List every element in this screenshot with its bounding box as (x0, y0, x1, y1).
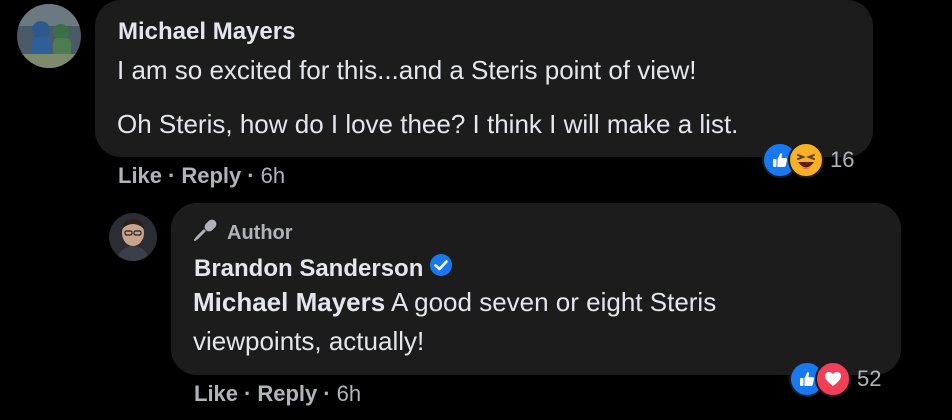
reply-button[interactable]: Reply (181, 163, 241, 189)
reply-text: A good seven or eight Steris (385, 287, 717, 317)
reactions-summary[interactable]: 52 (789, 361, 881, 397)
comment-actions: Like · Reply · 6h (118, 163, 285, 189)
reply-text-line: Michael Mayers A good seven or eight Ste… (193, 282, 716, 322)
author-badge: Author (193, 218, 293, 248)
avatar-brandon-sanderson[interactable] (109, 213, 157, 261)
comment-text-line: I am so excited for this...and a Steris … (117, 55, 697, 85)
timestamp[interactable]: 6h (337, 381, 361, 407)
timestamp[interactable]: 6h (261, 163, 285, 189)
reply-text-line: viewpoints, actually! (193, 326, 425, 356)
love-icon (815, 361, 851, 397)
separator: · (323, 381, 331, 406)
like-button[interactable]: Like (118, 163, 162, 189)
separator: · (168, 163, 176, 188)
comment-text-line: Oh Steris, how do I love thee? I think I… (117, 109, 739, 139)
author-badge-label: Author (227, 221, 293, 244)
microphone-icon (193, 218, 219, 248)
separator: · (244, 381, 252, 406)
reaction-count[interactable]: 16 (830, 147, 854, 173)
separator: · (247, 163, 255, 188)
reply-author-name-text[interactable]: Brandon Sanderson (194, 255, 423, 283)
reactions-summary[interactable]: 16 (762, 142, 854, 178)
reply-author-name[interactable]: Brandon Sanderson (194, 253, 453, 284)
haha-icon (788, 142, 824, 178)
reaction-count[interactable]: 52 (857, 366, 881, 392)
comment-author-name[interactable]: Michael Mayers (118, 18, 295, 46)
reply-button[interactable]: Reply (257, 381, 317, 407)
verified-badge-icon (429, 253, 453, 284)
mention-link[interactable]: Michael Mayers (193, 287, 385, 317)
avatar-michael-mayers[interactable] (17, 4, 81, 68)
like-button[interactable]: Like (194, 381, 238, 407)
reply-actions: Like · Reply · 6h (194, 381, 361, 407)
